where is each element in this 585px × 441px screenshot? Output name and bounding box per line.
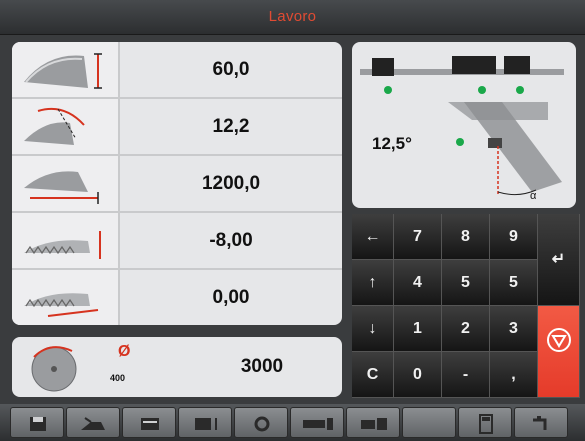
parameter-value[interactable]: 60,0 xyxy=(120,42,342,97)
toolbar-button-10[interactable] xyxy=(514,407,568,438)
blade-offset-icon xyxy=(12,213,120,268)
status-dot xyxy=(516,86,524,94)
status-dot xyxy=(456,138,464,146)
calculator-icon xyxy=(479,414,493,434)
comma-key[interactable]: , xyxy=(490,352,538,398)
profile-up-icon xyxy=(195,418,217,430)
circular-blade-icon xyxy=(28,343,90,398)
key-6[interactable]: 5 xyxy=(490,260,538,306)
key-label: 3 xyxy=(509,320,518,337)
bar-feed-icon xyxy=(303,418,333,430)
blade-ring-icon xyxy=(254,416,270,432)
key-label: ← xyxy=(364,228,381,245)
key-label: 5 xyxy=(509,274,518,291)
parameters-panel: 60,0 12,2 1200,0 -8,00 0,00 xyxy=(12,42,342,325)
key-label: 0 xyxy=(413,366,422,383)
save-icon xyxy=(30,417,46,431)
machine-diagram: 12,5° α xyxy=(352,42,576,208)
key-label: ↵ xyxy=(551,251,566,268)
enter-key[interactable]: ↵ xyxy=(538,214,580,306)
parameter-value[interactable]: -8,00 xyxy=(120,213,342,268)
up-key[interactable]: ↑ xyxy=(352,260,394,306)
key-3[interactable]: 3 xyxy=(490,306,538,352)
oil-can-icon xyxy=(81,417,105,430)
cut-length-icon xyxy=(12,156,120,211)
key-0[interactable]: 0 xyxy=(394,352,442,398)
key-4[interactable]: 4 xyxy=(394,260,442,306)
parameter-row-length[interactable]: 1200,0 xyxy=(12,156,342,213)
page-title: Lavoro xyxy=(268,8,317,25)
toolbar-button-2[interactable] xyxy=(66,407,120,438)
key-label: C xyxy=(366,366,379,383)
parameter-row-height[interactable]: 60,0 xyxy=(12,42,342,99)
title-bar: Lavoro xyxy=(0,0,585,35)
status-dot xyxy=(478,86,486,94)
toolbar-button-7[interactable] xyxy=(346,407,400,438)
blade-row[interactable]: Ø 400 3000 xyxy=(12,337,342,397)
cut-height-icon xyxy=(12,42,120,97)
down-key[interactable]: ↓ xyxy=(352,306,394,352)
key-5[interactable]: 5 xyxy=(442,260,490,306)
machine-schematic xyxy=(360,56,564,196)
parameter-row-position[interactable]: 0,00 xyxy=(12,270,342,325)
parameter-value[interactable]: 12,2 xyxy=(120,99,342,154)
toolbar-button-8[interactable] xyxy=(402,407,456,438)
minus-key[interactable]: - xyxy=(442,352,490,398)
key-label: 5 xyxy=(461,274,470,291)
diameter-symbol: Ø xyxy=(118,343,131,360)
parameter-value[interactable]: 1200,0 xyxy=(120,156,342,211)
key-label: 1 xyxy=(413,320,422,337)
key-label: , xyxy=(511,366,516,383)
key-label: ↓ xyxy=(368,320,377,337)
key-label: 8 xyxy=(461,228,470,245)
backspace-key[interactable]: ← xyxy=(352,214,394,260)
key-7[interactable]: 7 xyxy=(394,214,442,260)
stop-icon xyxy=(547,328,571,352)
toolbar-button-3[interactable] xyxy=(122,407,176,438)
toolbar-button-9[interactable] xyxy=(458,407,512,438)
bottom-toolbar xyxy=(0,404,585,441)
status-dot xyxy=(384,86,392,94)
clear-key[interactable]: C xyxy=(352,352,394,398)
key-1[interactable]: 1 xyxy=(394,306,442,352)
key-label: ↑ xyxy=(368,274,377,291)
alpha-label: α xyxy=(530,190,537,202)
key-2[interactable]: 2 xyxy=(442,306,490,352)
blade-position-icon xyxy=(12,270,120,325)
clamp-icon xyxy=(361,418,387,430)
parameter-row-angle[interactable]: 12,2 xyxy=(12,99,342,156)
key-label: 2 xyxy=(461,320,470,337)
key-label: 4 xyxy=(413,274,422,291)
toolbar-button-6[interactable] xyxy=(290,407,344,438)
key-8[interactable]: 8 xyxy=(442,214,490,260)
toolbar-button-1[interactable] xyxy=(10,407,64,438)
key-9[interactable]: 9 xyxy=(490,214,538,260)
key-label: - xyxy=(462,366,469,383)
stop-button[interactable] xyxy=(538,306,580,398)
parameter-row-offset[interactable]: -8,00 xyxy=(12,213,342,270)
toolbar-button-4[interactable] xyxy=(178,407,232,438)
blade-value[interactable]: 3000 xyxy=(202,337,322,397)
blade-angle: 12,5° xyxy=(372,134,412,153)
key-label: 9 xyxy=(509,228,518,245)
parameter-value[interactable]: 0,00 xyxy=(120,270,342,325)
miter-angle-icon xyxy=(12,99,120,154)
numeric-keypad: ← 7 8 9 ↵ ↑ 4 5 5 ↓ 1 2 3 C 0 -, xyxy=(352,214,580,398)
faucet-icon xyxy=(533,416,547,430)
profile-icon xyxy=(141,418,159,430)
toolbar-button-5[interactable] xyxy=(234,407,288,438)
key-label: 7 xyxy=(413,228,422,245)
blade-diameter: 400 xyxy=(110,373,126,383)
